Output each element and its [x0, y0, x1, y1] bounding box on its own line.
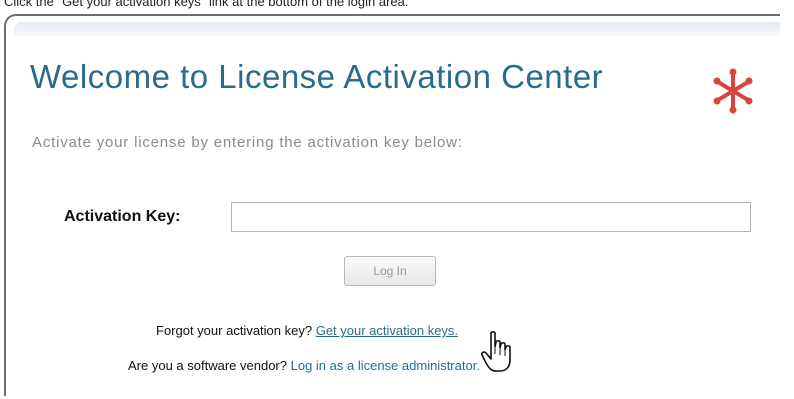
page-title: Welcome to License Activation Center — [30, 58, 604, 95]
vendor-text: Are you a software vendor? — [128, 358, 287, 373]
hand-pointer-icon — [481, 331, 511, 372]
vendor-row: Are you a software vendor? Log in as a l… — [128, 358, 480, 373]
forgot-key-row: Forgot your activation key? Get your act… — [156, 323, 458, 338]
get-activation-keys-link[interactable]: Get your activation keys. — [316, 323, 458, 338]
login-button[interactable]: Log In — [344, 256, 436, 286]
instruction-caption: Click the "Get your activation keys" lin… — [4, 0, 409, 9]
forgot-key-text: Forgot your activation key? — [156, 323, 313, 338]
panel-header-strip — [14, 22, 780, 36]
activation-key-label: Activation Key: — [64, 208, 181, 225]
activation-key-input[interactable] — [231, 202, 751, 232]
license-admin-login-link[interactable]: Log in as a license administrator. — [291, 358, 480, 373]
page-subtitle: Activate your license by entering the ac… — [32, 134, 463, 151]
asterisk-logo-icon — [713, 68, 753, 114]
